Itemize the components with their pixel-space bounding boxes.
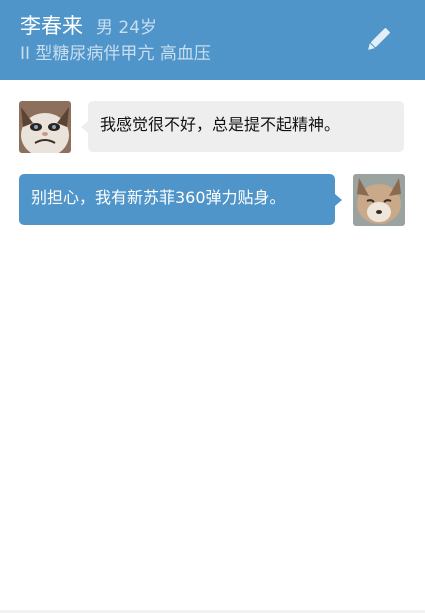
grumpy-cat-avatar[interactable] xyxy=(19,101,71,153)
outgoing-message-text: 别担心，我有新苏菲360弹力贴身。 xyxy=(31,188,286,207)
fox-avatar[interactable] xyxy=(353,174,405,226)
edit-button[interactable] xyxy=(360,22,396,58)
pencil-icon xyxy=(368,28,390,50)
outgoing-bubble-tail xyxy=(335,194,342,206)
chat-header: 李春来 男 24岁 II 型糖尿病伴甲亢 高血压 xyxy=(0,0,425,80)
incoming-message-text: 我感觉很不好，总是提不起精神。 xyxy=(100,115,341,134)
incoming-bubble-tail xyxy=(81,121,88,133)
outgoing-message-bubble[interactable]: 别担心，我有新苏菲360弹力贴身。 xyxy=(19,174,335,225)
patient-name: 李春来 xyxy=(20,14,83,38)
incoming-message-bubble[interactable]: 我感觉很不好，总是提不起精神。 xyxy=(88,101,404,152)
chat-area: 我感觉很不好，总是提不起精神。 别担心，我有新苏菲360弹力贴身。 xyxy=(0,80,425,613)
patient-diagnosis: II 型糖尿病伴甲亢 高血压 xyxy=(20,44,211,64)
patient-gender-age: 男 24岁 xyxy=(96,18,158,38)
